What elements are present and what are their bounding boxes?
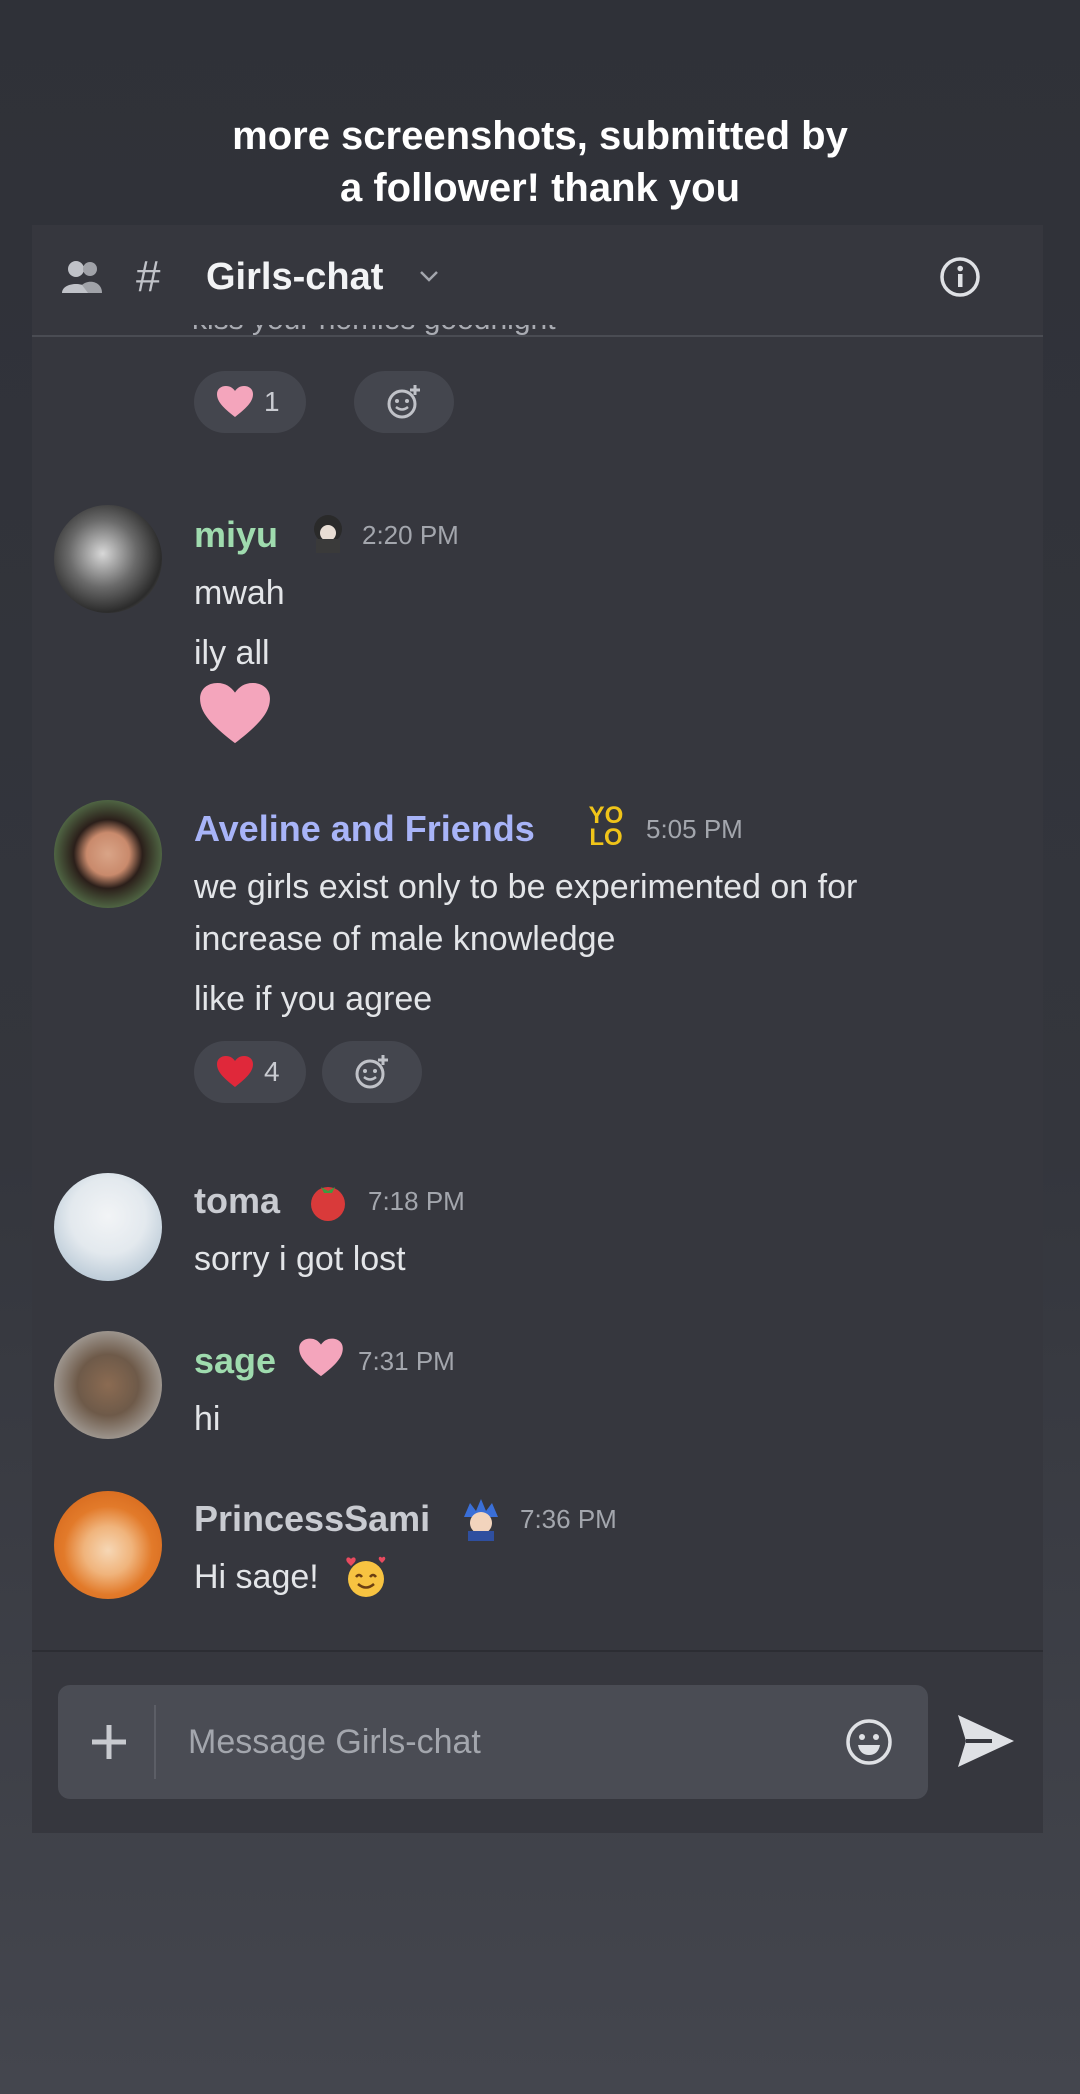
chevron-down-icon[interactable]: [416, 263, 442, 289]
members-icon[interactable]: [58, 253, 106, 301]
message-input[interactable]: Message Girls-chat: [188, 1721, 481, 1763]
channel-header: # Girls-chat kiss your homies goodnight: [32, 225, 1043, 337]
timestamp: 2:20 PM: [362, 520, 459, 550]
author-name-sage[interactable]: sage: [194, 1341, 276, 1381]
reaction-count: 4: [264, 1056, 280, 1087]
timestamp: 7:36 PM: [520, 1504, 617, 1534]
avatar-princesssami[interactable]: [54, 1491, 162, 1599]
message-line: sorry i got lost: [194, 1240, 406, 1278]
avatar-toma[interactable]: [54, 1173, 162, 1281]
message-line: like if you agree: [194, 980, 433, 1018]
add-reaction-icon: [387, 385, 420, 419]
anime-girl-icon: [314, 515, 342, 553]
timestamp: 7:31 PM: [358, 1346, 455, 1376]
smiling-face-with-hearts-emoji: [346, 1556, 386, 1597]
red-heart-icon: [217, 1056, 253, 1087]
add-reaction-button[interactable]: [354, 371, 454, 433]
emoji-icon[interactable]: [844, 1717, 894, 1767]
cutoff-message: kiss your homies goodnight: [192, 325, 712, 335]
composer-separator: [154, 1705, 156, 1779]
author-name-aveline[interactable]: Aveline and Friends: [194, 809, 535, 849]
avatar-sage[interactable]: [54, 1331, 162, 1439]
reaction-pink-heart[interactable]: 1: [194, 371, 306, 433]
channel-hash-icon: #: [136, 252, 161, 301]
caption-line-1: more screenshots, submitted by: [232, 114, 848, 158]
reaction-red-heart[interactable]: 4: [194, 1041, 306, 1103]
author-name-princesssami[interactable]: PrincessSami: [194, 1499, 430, 1539]
composer-divider: [32, 1650, 1043, 1652]
caption-line-2: a follower! thank you: [339, 166, 741, 210]
timestamp: 5:05 PM: [646, 814, 743, 844]
message-line: increase of male knowledge: [194, 920, 616, 958]
add-reaction-button[interactable]: [322, 1041, 422, 1103]
channel-title[interactable]: Girls-chat: [206, 253, 383, 301]
avatar-miyu[interactable]: [54, 505, 162, 613]
message-composer[interactable]: Message Girls-chat: [58, 1685, 928, 1799]
message-line: hi: [194, 1400, 221, 1438]
timestamp: 7:18 PM: [368, 1186, 465, 1216]
message-line: Hi sage!: [194, 1558, 319, 1596]
avatar-aveline[interactable]: [54, 800, 162, 908]
author-name-miyu[interactable]: miyu: [194, 515, 278, 555]
chat-screenshot: # Girls-chat kiss your homies goodnight …: [32, 225, 1043, 1833]
yolo-icon: YO LO: [588, 802, 624, 851]
add-reaction-icon: [355, 1055, 388, 1089]
message-line: ily all: [194, 634, 270, 672]
info-icon[interactable]: [938, 255, 982, 299]
pink-heart-icon: [217, 386, 253, 417]
pink-heart-icon: [299, 1338, 343, 1377]
caption: more screenshots, submitted by a followe…: [0, 110, 1080, 214]
tomato-icon: [311, 1187, 345, 1221]
message-line: we girls exist only to be experimented o…: [194, 868, 858, 906]
reaction-count: 1: [264, 386, 280, 417]
author-name-toma[interactable]: toma: [194, 1181, 280, 1221]
send-icon[interactable]: [952, 1707, 1020, 1775]
blue-hair-character-icon: [464, 1499, 498, 1541]
message-line: mwah: [194, 574, 285, 612]
pink-heart-emoji: [200, 682, 270, 744]
plus-icon[interactable]: [84, 1717, 134, 1767]
